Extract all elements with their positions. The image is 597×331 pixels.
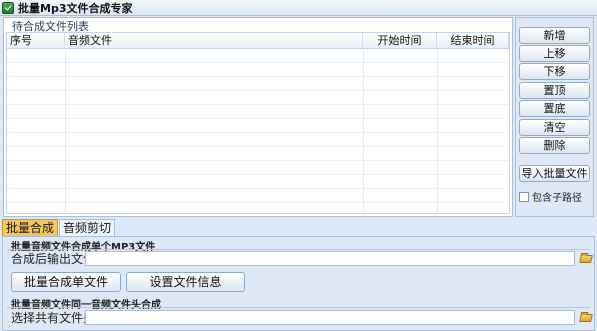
file-list-grid[interactable]: 序号 音频文件 开始时间 结束时间 [6, 32, 510, 214]
side-panel: 新增 上移 下移 置顶 置底 清空 删除 导入批量文件 包含子路径 [515, 17, 594, 217]
tab-audio-cut[interactable]: 音频剪切 [59, 219, 116, 236]
set-file-info-button[interactable]: 设置文件信息 [126, 272, 245, 292]
output-file-field[interactable] [85, 251, 575, 266]
title-bar: 批量Mp3文件合成专家 [0, 0, 597, 16]
column-divider [363, 50, 364, 213]
tab-bar: 批量合成 音频剪切 [2, 219, 116, 236]
browse-shared-header-button[interactable] [577, 310, 595, 325]
tab-batch-merge[interactable]: 批量合成 [2, 219, 59, 236]
clear-button[interactable]: 清空 [519, 119, 590, 136]
column-header-audio-file[interactable]: 音频文件 [65, 33, 363, 48]
move-top-button[interactable]: 置顶 [519, 82, 590, 99]
browse-output-button[interactable] [577, 251, 595, 266]
include-subpath-option[interactable]: 包含子路径 [519, 189, 582, 204]
file-list-group: 待合成文件列表 序号 音频文件 开始时间 结束时间 [3, 17, 513, 217]
import-batch-button[interactable]: 导入批量文件 [519, 165, 590, 182]
window-title: 批量Mp3文件合成专家 [18, 1, 133, 15]
move-up-button[interactable]: 上移 [519, 45, 590, 62]
column-header-start-time[interactable]: 开始时间 [363, 33, 437, 48]
include-subpath-checkbox[interactable] [519, 191, 529, 202]
column-divider [437, 50, 438, 213]
tab-content-batch-merge: 批量音频文件合成单个MP3文件 合成后输出文件 批量合成单文件 设置文件信息 批… [2, 236, 595, 331]
folder-icon [579, 254, 593, 263]
move-down-button[interactable]: 下移 [519, 63, 590, 80]
batch-merge-single-button[interactable]: 批量合成单文件 [11, 272, 121, 292]
delete-button[interactable]: 删除 [519, 137, 590, 154]
output-file-label: 合成后输出文件 [11, 252, 96, 266]
folder-icon [579, 313, 593, 322]
section-divider [7, 307, 590, 308]
column-header-seq[interactable]: 序号 [7, 33, 65, 48]
include-subpath-label: 包含子路径 [532, 193, 582, 204]
file-list-header: 序号 音频文件 开始时间 结束时间 [7, 33, 509, 49]
shared-header-label: 选择共有文件头 [11, 311, 96, 325]
file-list-body[interactable] [7, 50, 509, 213]
move-bottom-button[interactable]: 置底 [519, 100, 590, 117]
column-header-end-time[interactable]: 结束时间 [437, 33, 509, 48]
add-button[interactable]: 新增 [519, 27, 590, 44]
column-divider [65, 50, 66, 213]
shared-header-field[interactable] [85, 310, 575, 325]
app-logo-icon [2, 1, 14, 14]
